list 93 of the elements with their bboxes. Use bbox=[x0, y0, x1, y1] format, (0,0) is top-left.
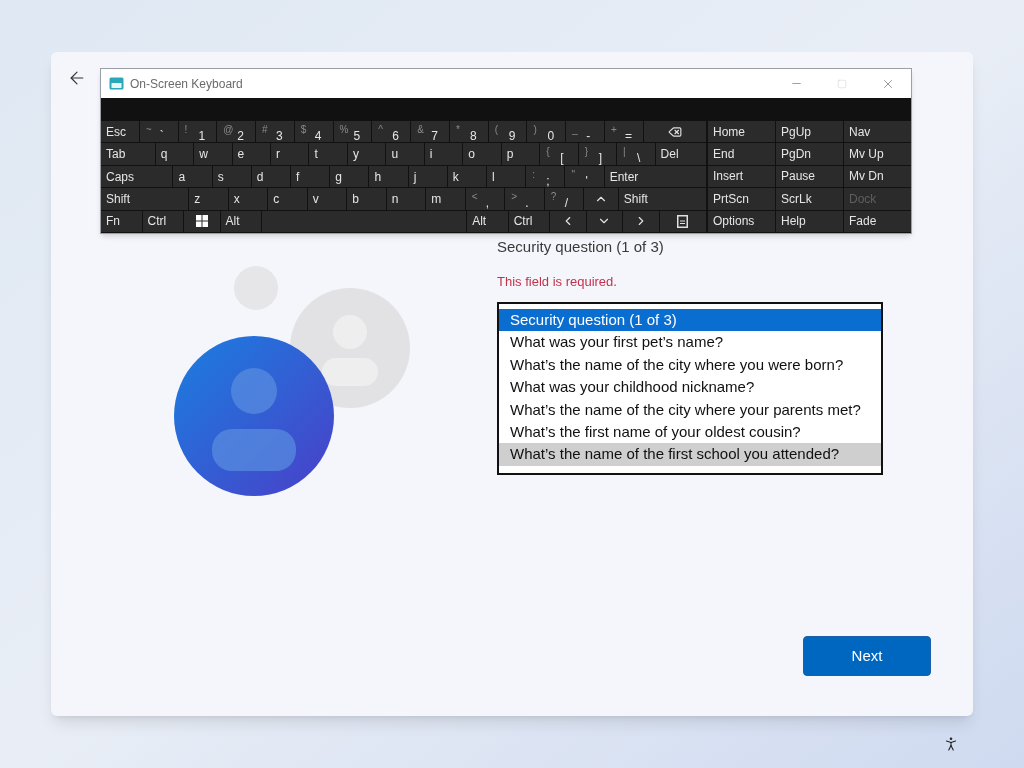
backspace-icon bbox=[667, 124, 682, 139]
keyboard-key[interactable]: u bbox=[386, 143, 424, 165]
keyboard-key[interactable]: m bbox=[426, 188, 465, 210]
navigation-key[interactable]: PrtScn bbox=[708, 188, 775, 210]
keyboard-key[interactable]: z bbox=[189, 188, 228, 210]
keyboard-key[interactable]: x bbox=[228, 188, 268, 210]
keyboard-key[interactable]: b bbox=[347, 188, 386, 210]
keyboard-key[interactable]: ^ 6 bbox=[372, 121, 411, 143]
navigation-key[interactable]: Insert bbox=[708, 165, 775, 188]
keyboard-key[interactable]: < , bbox=[465, 188, 505, 210]
keyboard-key[interactable]: a bbox=[173, 165, 212, 188]
navigation-key[interactable]: Mv Dn bbox=[844, 165, 911, 188]
navigation-key[interactable]: Fade bbox=[844, 210, 911, 232]
keyboard-app-icon bbox=[109, 77, 124, 90]
keyboard-key[interactable]: # 3 bbox=[256, 121, 294, 143]
security-question-listbox[interactable] bbox=[497, 302, 883, 475]
windows-logo-icon bbox=[195, 215, 208, 228]
keyboard-key[interactable]: i bbox=[424, 143, 463, 165]
keyboard-key[interactable]: * 8 bbox=[449, 121, 488, 143]
keyboard-key[interactable]: Caps bbox=[101, 165, 173, 188]
keyboard-key[interactable]: % 5 bbox=[333, 121, 372, 143]
keyboard-key[interactable]: Enter bbox=[604, 165, 706, 188]
listbox-option[interactable]: Security question (1 of 3) bbox=[499, 309, 881, 332]
keyboard-key[interactable]: q bbox=[155, 143, 194, 165]
listbox-option[interactable]: What was your childhood nickname? bbox=[499, 376, 881, 399]
keyboard-key[interactable]: @ 2 bbox=[217, 121, 256, 143]
keyboard-key[interactable] bbox=[659, 210, 706, 233]
keyboard-key[interactable]: + = bbox=[604, 121, 643, 143]
keyboard-key[interactable]: Shift bbox=[618, 188, 706, 210]
listbox-option[interactable]: What’s the name of the city where your parents met? bbox=[499, 398, 881, 421]
keyboard-key[interactable]: y bbox=[347, 143, 386, 165]
keyboard-key[interactable]: Ctrl bbox=[142, 210, 184, 233]
keyboard-key[interactable]: > . bbox=[505, 188, 544, 210]
keyboard-key[interactable]: { [ bbox=[540, 143, 578, 165]
keyboard-key[interactable]: Tab bbox=[101, 143, 155, 165]
keyboard-key[interactable]: Shift bbox=[101, 188, 189, 210]
keyboard-key[interactable]: ? / bbox=[544, 188, 584, 210]
navigation-key[interactable]: Options bbox=[708, 210, 775, 232]
keyboard-key[interactable]: Fn bbox=[101, 210, 142, 233]
keyboard-key[interactable]: r bbox=[271, 143, 309, 165]
keyboard-key[interactable]: ) 0 bbox=[527, 121, 566, 143]
keyboard-key[interactable]: : ; bbox=[526, 165, 565, 188]
keyboard-key[interactable]: | \ bbox=[617, 143, 655, 165]
keyboard-key[interactable]: w bbox=[194, 143, 232, 165]
listbox-option[interactable]: What’s the name of the first school you attended? bbox=[499, 443, 881, 466]
keyboard-key[interactable]: p bbox=[501, 143, 540, 165]
error-message: This field is required. bbox=[497, 272, 618, 291]
keyboard-key[interactable]: ( 9 bbox=[488, 121, 527, 143]
field-label: Security question (1 of 3) bbox=[497, 237, 665, 257]
keyboard-key[interactable]: e bbox=[232, 143, 271, 165]
keyboard-key[interactable]: t bbox=[309, 143, 347, 165]
keyboard-key[interactable]: c bbox=[268, 188, 307, 210]
window-title: On-Screen Keyboard bbox=[130, 75, 243, 93]
keyboard-key[interactable]: Esc bbox=[101, 121, 139, 143]
keyboard-key[interactable]: g bbox=[330, 165, 369, 188]
keyboard-key[interactable]: Alt bbox=[467, 210, 508, 233]
keyboard-key[interactable]: v bbox=[307, 188, 347, 210]
keyboard-key[interactable]: o bbox=[463, 143, 501, 165]
maximize-icon bbox=[837, 78, 847, 89]
keyboard-key[interactable]: Ctrl bbox=[508, 210, 550, 233]
navigation-key[interactable]: End bbox=[708, 143, 775, 165]
keyboard-key[interactable]: _ - bbox=[566, 121, 604, 143]
keyboard-key[interactable]: s bbox=[212, 165, 251, 188]
listbox-option[interactable]: What’s the first name of your oldest cousin? bbox=[499, 420, 881, 444]
navigation-key[interactable]: Help bbox=[776, 210, 843, 232]
navigation-key[interactable]: ScrLk bbox=[776, 188, 843, 210]
keyboard-key[interactable]: d bbox=[251, 165, 291, 188]
keyboard-key[interactable]: h bbox=[369, 165, 408, 188]
listbox-option[interactable]: What was your first pet’s name? bbox=[499, 331, 881, 354]
next-button[interactable]: Next bbox=[803, 636, 931, 676]
keyboard-key[interactable]: j bbox=[408, 165, 447, 188]
navigation-key[interactable]: Home bbox=[708, 121, 775, 143]
keyboard-key[interactable]: ! 1 bbox=[178, 121, 217, 143]
keyboard-key[interactable]: k bbox=[447, 165, 487, 188]
keyboard-key[interactable]: " ' bbox=[565, 165, 604, 188]
keyboard-key[interactable]: $ 4 bbox=[294, 121, 333, 143]
navigation-key[interactable]: PgUp bbox=[776, 121, 843, 143]
keyboard-key[interactable]: n bbox=[386, 188, 426, 210]
navigation-key[interactable]: Mv Up bbox=[844, 143, 911, 165]
keyboard-key[interactable]: & 7 bbox=[411, 121, 449, 143]
keyboard-key[interactable]: } ] bbox=[578, 143, 617, 165]
keyboard-key[interactable]: l bbox=[487, 165, 526, 188]
keyboard-key[interactable]: Alt bbox=[220, 210, 262, 233]
keyboard-key[interactable]: f bbox=[291, 165, 330, 188]
keyboard-key[interactable]: Del bbox=[655, 143, 706, 165]
navigation-key[interactable]: Pause bbox=[776, 165, 843, 188]
keyboard-key[interactable] bbox=[643, 121, 706, 143]
menu-icon bbox=[677, 214, 689, 228]
navigation-key[interactable]: Nav bbox=[844, 121, 911, 143]
keyboard-key[interactable] bbox=[184, 210, 220, 233]
keyboard-key[interactable]: ~ ` bbox=[139, 121, 178, 143]
listbox-option[interactable]: What’s the name of the city where you were born? bbox=[499, 353, 881, 377]
navigation-key[interactable]: PgDn bbox=[776, 143, 843, 165]
